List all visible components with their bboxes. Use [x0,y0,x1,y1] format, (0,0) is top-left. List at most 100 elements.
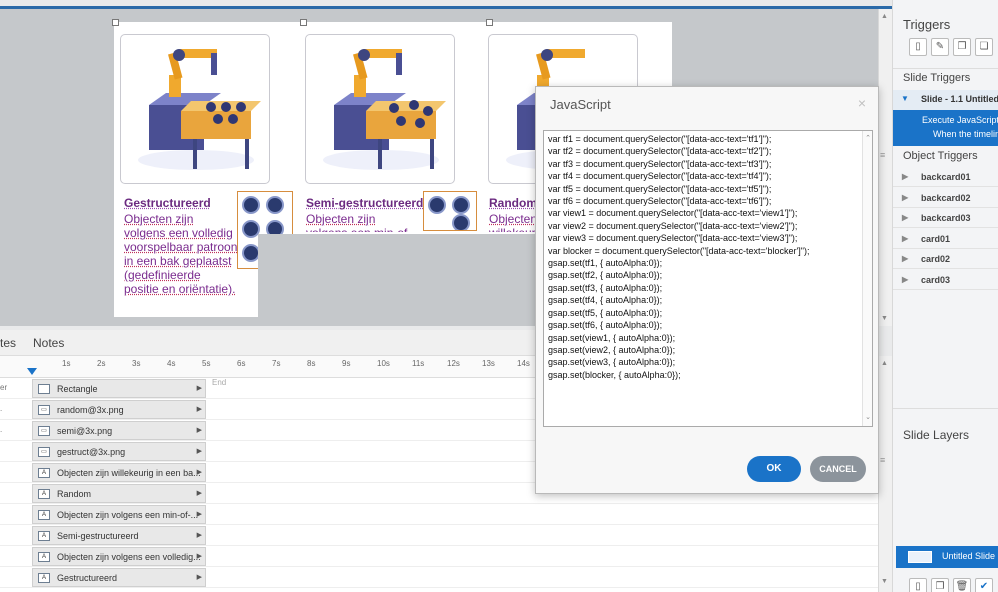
slide-trigger-label[interactable]: Slide - 1.1 Untitled [921,94,998,104]
slide-triggers-title: Slide Triggers [903,72,971,84]
card-body[interactable]: Objecten willekeurig [489,212,537,232]
expand-arrow-icon[interactable]: ▶ [197,527,202,544]
ok-button[interactable]: OK [747,456,801,482]
ruler-tick: 12s [447,359,460,368]
scroll-up-icon[interactable]: ⌃ [863,133,872,145]
timeline-row[interactable]: A Objecten zijn volgens een min-of-... ▶ [0,504,878,525]
selection-handle[interactable] [300,19,307,26]
ruler-tick: 11s [412,359,425,368]
new-layer-icon[interactable]: ▯ [909,578,927,592]
code-text[interactable]: var tf1 = document.querySelector("[data-… [548,133,868,381]
chevron-right-icon[interactable]: ▶ [902,188,908,208]
expand-arrow-icon[interactable]: ▶ [197,401,202,418]
timeline-row[interactable]: A Semi-gestructureerd ▶ [0,525,878,546]
dot-pattern-box[interactable] [423,191,477,231]
paste-trigger-icon[interactable]: ❏ [975,38,993,56]
expand-arrow-icon[interactable]: ▶ [197,569,202,586]
scroll-up-icon[interactable]: ▲ [881,13,888,20]
expand-icon[interactable]: ▼ [901,94,909,103]
layer-name-fragment: . [0,404,3,413]
card-image-semi-gestructureerd[interactable] [305,34,455,184]
object-label: backcard03 [921,213,971,223]
layer-bar[interactable]: ▭ semi@3x.png ▶ [32,421,206,440]
scroll-down-icon[interactable]: ▼ [881,578,888,585]
layer-bar[interactable]: A Objecten zijn willekeurig in een ba... ▶ [32,463,206,482]
layer-label: Objecten zijn volgens een volledig... [57,552,201,562]
object-label: card03 [921,274,951,285]
trigger-condition-text: When the timeline [933,129,998,139]
scroll-up-icon[interactable]: ▲ [881,360,888,367]
trigger-action-text: Execute JavaScript [922,115,998,125]
card-body[interactable]: Objecten zijn volgens een min-of-meer [306,212,416,232]
duplicate-layer-icon[interactable]: ❐ [931,578,949,592]
card-body[interactable]: Objecten zijn volgens een volledig voors… [124,212,238,296]
selection-handle[interactable] [486,19,493,26]
chevron-right-icon[interactable]: ▶ [902,270,908,290]
object-triggers-title: Object Triggers [903,150,978,162]
layer-bar[interactable]: A Objecten zijn volgens een volledig... ▶ [32,547,206,566]
slide-trigger-row[interactable]: ▼ Slide - 1.1 Untitled [893,90,998,110]
ruler-tick: 4s [167,359,176,368]
scroll-down-icon[interactable]: ⌄ [863,412,872,424]
splitter-grip-icon[interactable]: ≡ [880,455,885,465]
layer-bar[interactable]: A Random ▶ [32,484,206,503]
code-scrollbar[interactable]: ⌃ ⌄ [862,131,872,426]
triggers-panel: Triggers ▯ ✎ ❐ ❏ Slide Triggers ▼ Slide … [892,0,998,592]
copy-trigger-icon[interactable]: ❐ [953,38,971,56]
expand-arrow-icon[interactable]: ▶ [197,443,202,460]
expand-arrow-icon[interactable]: ▶ [197,380,202,397]
timeline-row[interactable]: A Objecten zijn volgens een volledig... ▶ [0,546,878,567]
chevron-right-icon[interactable]: ▶ [902,208,908,228]
object-trigger-item[interactable]: ▶ card01 [893,229,998,249]
slide-layer-item[interactable]: Untitled Slide [896,546,998,568]
close-icon[interactable]: × [858,95,866,111]
trigger-action[interactable]: Execute JavaScript When the timeline [893,110,998,146]
cancel-button[interactable]: CANCEL [810,456,866,482]
timeline-row[interactable]: A Gestructureerd ▶ [0,567,878,588]
card-title[interactable]: Random [489,196,537,210]
layer-label: Objecten zijn willekeurig in een ba... [57,468,201,478]
object-trigger-item[interactable]: ▶ card02 [893,249,998,269]
playhead-icon[interactable] [27,368,37,375]
expand-arrow-icon[interactable]: ▶ [197,506,202,523]
object-trigger-item[interactable]: ▶ backcard01 [893,167,998,187]
layer-bar[interactable]: ▭ random@3x.png ▶ [32,400,206,419]
delete-layer-icon[interactable]: 🗑 [953,578,971,592]
expand-arrow-icon[interactable]: ▶ [197,485,202,502]
expand-arrow-icon[interactable]: ▶ [197,422,202,439]
layer-bar[interactable]: ▭ gestruct@3x.png ▶ [32,442,206,461]
ruler-tick: 3s [132,359,141,368]
object-trigger-item[interactable]: ▶ backcard03 [893,208,998,228]
code-editor[interactable]: var tf1 = document.querySelector("[data-… [543,130,873,427]
chevron-right-icon[interactable]: ▶ [902,249,908,269]
new-trigger-icon[interactable]: ▯ [909,38,927,56]
chevron-right-icon[interactable]: ▶ [902,167,908,187]
scroll-down-icon[interactable]: ▼ [881,315,888,322]
object-trigger-item[interactable]: ▶ card03 [893,270,998,290]
chevron-right-icon[interactable]: ▶ [902,229,908,249]
layer-bar[interactable]: Rectangle ▶ [32,379,206,398]
layer-label: Objecten zijn volgens een min-of-... [57,510,199,520]
object-trigger-item[interactable]: ▶ backcard02 [893,188,998,208]
timeline-scrollbar[interactable]: ▲ ▼ [878,356,892,592]
ruler-tick: 2s [97,359,106,368]
stage-scrollbar[interactable]: ▲ ▼ [878,9,892,326]
layer-bar[interactable]: A Gestructureerd ▶ [32,568,206,587]
text-icon: A [38,510,50,520]
check-icon[interactable]: ✔ [975,578,993,592]
edit-trigger-icon[interactable]: ✎ [931,38,949,56]
end-marker[interactable]: End [212,378,226,387]
layer-bar[interactable]: A Semi-gestructureerd ▶ [32,526,206,545]
card-image-gestructureerd[interactable] [120,34,270,184]
card-title[interactable]: Semi-gestructureerd [306,196,423,210]
expand-arrow-icon[interactable]: ▶ [197,464,202,481]
layer-bar[interactable]: A Objecten zijn volgens een min-of-... ▶ [32,505,206,524]
tab-timeline[interactable]: tes [0,336,16,350]
tab-notes[interactable]: Notes [33,336,64,350]
expand-arrow-icon[interactable]: ▶ [197,548,202,565]
splitter-grip-icon[interactable]: ≡ [880,150,885,160]
selection-handle[interactable] [112,19,119,26]
ruler-tick: 1s [62,359,71,368]
text-icon: A [38,468,50,478]
card-title[interactable]: Gestructureerd [124,196,211,210]
